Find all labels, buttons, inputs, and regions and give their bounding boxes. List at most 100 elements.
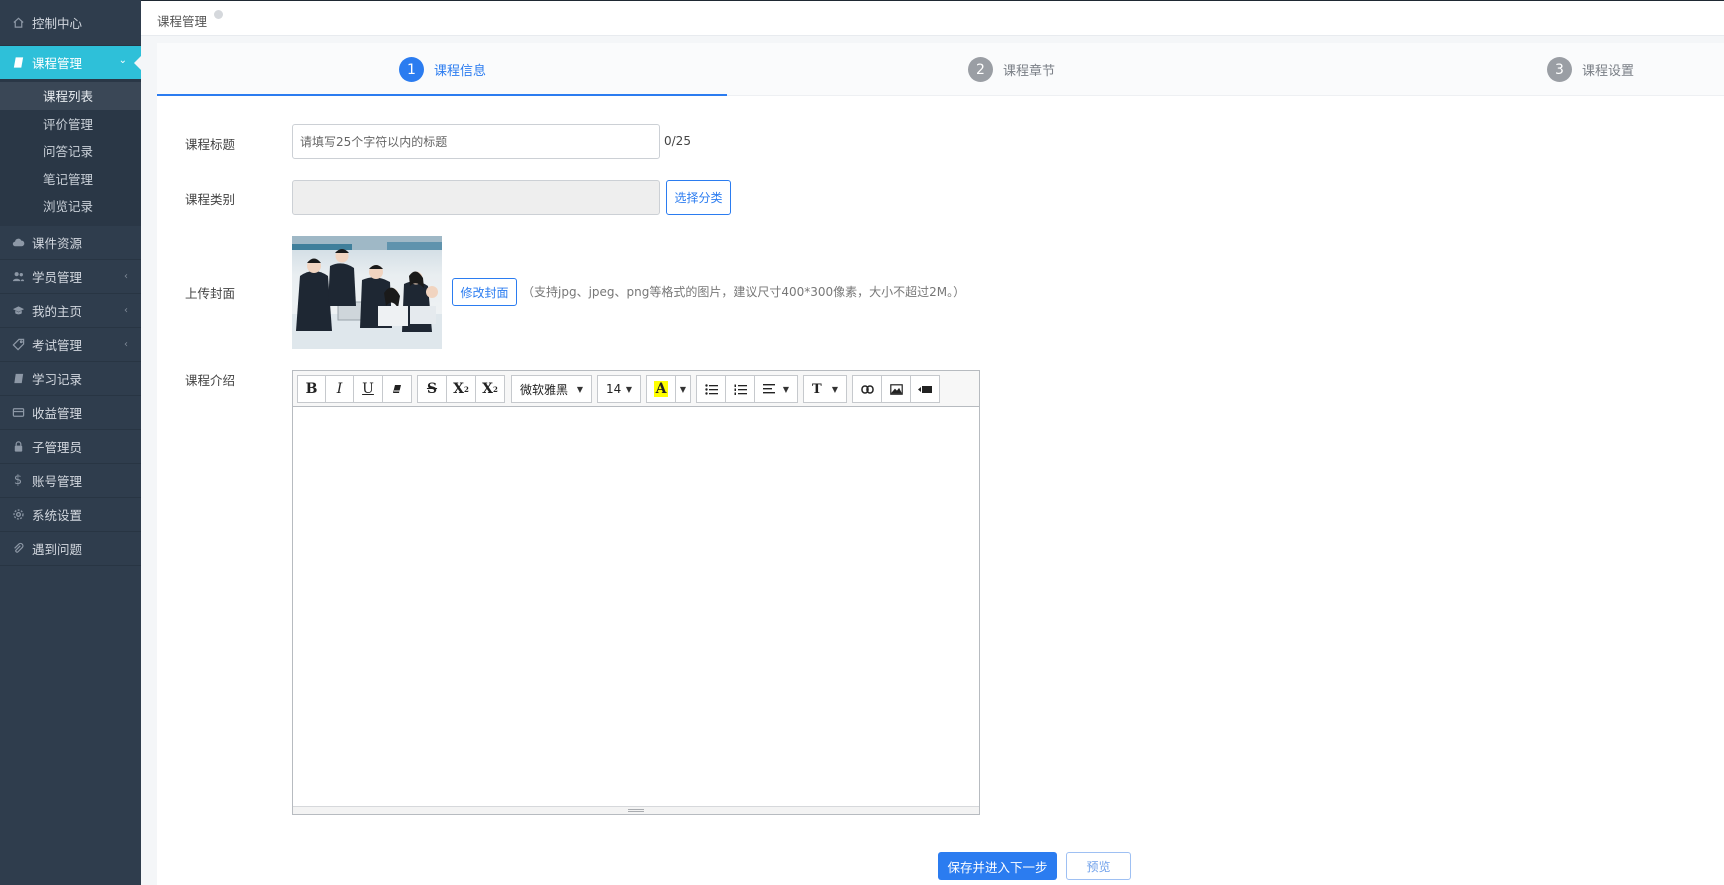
- gear-icon: [11, 507, 25, 521]
- sidebar-item-label: 课件资源: [32, 235, 83, 251]
- step-label: 课程章节: [1003, 64, 1056, 79]
- sidebar-item-revenue[interactable]: 收益管理: [0, 396, 141, 430]
- save-and-next-button[interactable]: 保存并进入下一步: [938, 852, 1057, 880]
- link-icon[interactable]: [852, 375, 882, 403]
- paperclip-icon: [11, 541, 25, 555]
- bullet-list-icon[interactable]: [696, 375, 726, 403]
- step-number: 1: [399, 57, 424, 82]
- chevron-left-icon: ‹: [124, 338, 128, 350]
- video-icon[interactable]: [910, 375, 940, 403]
- submenu-item-label: 评价管理: [43, 116, 94, 132]
- submenu-item-course-list[interactable]: 课程列表: [0, 82, 141, 110]
- submenu-course: 课程列表 评价管理 问答记录 笔记管理 浏览记录: [0, 79, 141, 226]
- submenu-item-label: 问答记录: [43, 144, 94, 160]
- submenu-item-notes[interactable]: 笔记管理: [0, 165, 141, 193]
- course-title-input[interactable]: [292, 124, 660, 159]
- sidebar-item-label: 账号管理: [32, 473, 83, 489]
- align-select[interactable]: ▼: [754, 375, 798, 403]
- sidebar-item-sub-admins[interactable]: 子管理员: [0, 430, 141, 464]
- sidebar-item-control-center[interactable]: 控制中心: [0, 0, 141, 46]
- users-icon: [11, 269, 25, 283]
- chevron-left-icon: ‹: [124, 304, 128, 316]
- subscript-button[interactable]: X2: [475, 375, 505, 403]
- course-intro-label: 课程介绍: [185, 373, 236, 388]
- submenu-item-label: 课程列表: [43, 89, 94, 105]
- editor-resize-bar[interactable]: [293, 806, 979, 814]
- text-size-select[interactable]: T ▼: [803, 375, 847, 403]
- eraser-icon[interactable]: [382, 375, 412, 403]
- breadcrumb: 课程管理: [157, 14, 208, 29]
- change-cover-button[interactable]: 修改封面: [452, 278, 517, 306]
- align-left-icon: [763, 384, 775, 394]
- book-open-icon: [11, 371, 25, 385]
- home-icon: [11, 16, 25, 30]
- sidebar-item-help[interactable]: 遇到问题: [0, 532, 141, 566]
- sidebar-item-label: 考试管理: [32, 337, 83, 353]
- editor-content-area[interactable]: [293, 407, 979, 805]
- image-icon[interactable]: [881, 375, 911, 403]
- cloud-icon: [11, 235, 25, 249]
- step-number: 2: [968, 57, 993, 82]
- step-course-info[interactable]: 1 课程信息: [399, 57, 486, 82]
- preview-button[interactable]: 预览: [1066, 852, 1131, 880]
- sidebar-item-settings[interactable]: 系统设置: [0, 498, 141, 532]
- strikethrough-button[interactable]: S: [417, 375, 447, 403]
- sidebar-item-label: 学员管理: [32, 269, 83, 285]
- editor-toolbar: B I U S X2 X2 微软雅黑 ▼ 14 ▼ A ▼ ▼ T ▼: [293, 371, 979, 407]
- course-category-label: 课程类别: [185, 192, 236, 207]
- submenu-item-reviews[interactable]: 评价管理: [0, 110, 141, 138]
- numbered-list-icon[interactable]: [725, 375, 755, 403]
- credit-card-icon: [11, 405, 25, 419]
- sidebar-item-exams[interactable]: 考试管理 ‹: [0, 328, 141, 362]
- sidebar-item-course-management[interactable]: 课程管理 ⌄: [0, 46, 142, 79]
- sidebar-item-courseware[interactable]: 课件资源: [0, 226, 141, 260]
- course-title-label: 课程标题: [185, 137, 236, 152]
- text-color-button[interactable]: A: [646, 375, 676, 403]
- step-course-chapters[interactable]: 2 课程章节: [968, 57, 1055, 82]
- active-step-underline: [157, 94, 727, 96]
- sidebar-item-account[interactable]: $ 账号管理: [0, 464, 141, 498]
- sidebar-item-label: 控制中心: [32, 16, 83, 31]
- resize-grip-icon: [628, 809, 644, 812]
- font-size-select[interactable]: 14 ▼: [597, 375, 641, 403]
- caret-down-icon: ▼: [782, 384, 789, 394]
- caret-down-icon: ▼: [576, 384, 583, 394]
- graduation-cap-icon: [11, 303, 25, 317]
- bold-button[interactable]: B: [297, 375, 326, 403]
- sidebar: 控制中心 课程管理 ⌄ 课程列表 评价管理 问答记录 笔记管理 浏览记录 课件资…: [0, 0, 142, 885]
- sidebar-item-label: 子管理员: [32, 439, 83, 455]
- cover-image: [292, 236, 442, 349]
- step-label: 课程设置: [1582, 64, 1635, 79]
- course-category-field: [292, 180, 660, 215]
- caret-down-icon: ▼: [831, 384, 838, 394]
- submenu-item-label: 笔记管理: [43, 171, 94, 187]
- caret-down-icon: ▼: [679, 384, 687, 394]
- text-size-glyph: T: [812, 381, 822, 397]
- caret-down-icon: ▼: [625, 384, 632, 394]
- submenu-item-qa-records[interactable]: 问答记录: [0, 137, 141, 165]
- font-family-select[interactable]: 微软雅黑 ▼: [511, 375, 592, 403]
- cover-upload-label: 上传封面: [185, 286, 236, 301]
- sidebar-item-study-records[interactable]: 学习记录: [0, 362, 141, 396]
- underline-button[interactable]: U: [353, 375, 383, 403]
- title-char-counter: 0/25: [664, 134, 691, 148]
- superscript-button[interactable]: X2: [446, 375, 476, 403]
- book-icon: [11, 55, 25, 69]
- step-number: 3: [1547, 57, 1572, 82]
- select-category-button[interactable]: 选择分类: [666, 180, 731, 215]
- chevron-left-icon: ‹: [124, 270, 128, 282]
- step-course-settings[interactable]: 3 课程设置: [1547, 57, 1634, 82]
- breadcrumb-close-icon[interactable]: [214, 10, 223, 19]
- step-bar: 1 课程信息 2 课程章节 3 课程设置: [157, 43, 1724, 96]
- font-size-value: 14: [606, 382, 622, 396]
- step-label: 课程信息: [434, 64, 487, 79]
- sidebar-item-students[interactable]: 学员管理 ‹: [0, 260, 141, 294]
- submenu-item-browse-history[interactable]: 浏览记录: [0, 192, 141, 220]
- sidebar-item-label: 学习记录: [32, 371, 83, 387]
- italic-button[interactable]: I: [325, 375, 354, 403]
- chevron-down-icon: ⌄: [118, 55, 127, 66]
- sidebar-item-label: 我的主页: [32, 303, 83, 319]
- sidebar-item-my-homepage[interactable]: 我的主页 ‹: [0, 294, 141, 328]
- text-color-dropdown[interactable]: ▼: [675, 375, 691, 403]
- lock-icon: [11, 439, 25, 453]
